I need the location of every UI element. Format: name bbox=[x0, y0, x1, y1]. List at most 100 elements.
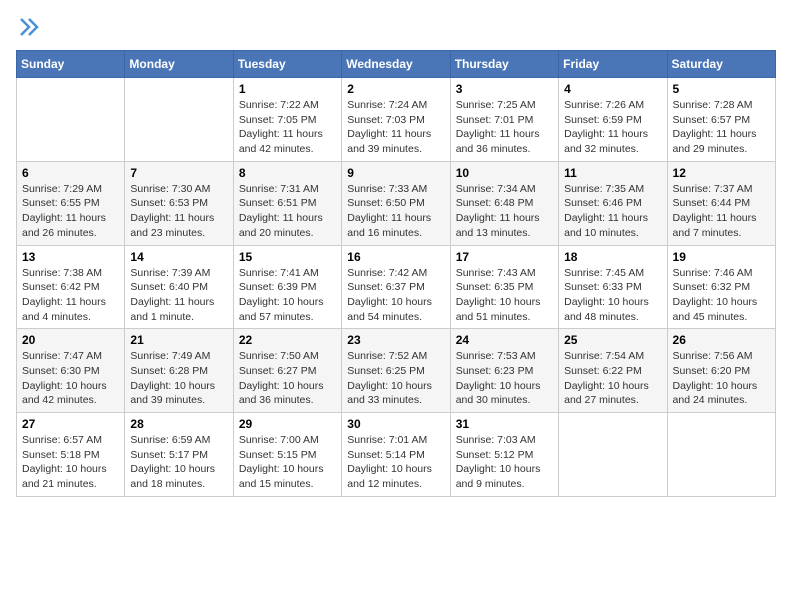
calendar-header-row: SundayMondayTuesdayWednesdayThursdayFrid… bbox=[17, 51, 776, 78]
day-number: 23 bbox=[347, 333, 444, 347]
calendar-cell: 19 Sunrise: 7:46 AMSunset: 6:32 PMDayligh… bbox=[667, 245, 775, 329]
day-number: 31 bbox=[456, 417, 553, 431]
day-number: 11 bbox=[564, 166, 661, 180]
day-number: 10 bbox=[456, 166, 553, 180]
day-info: Sunrise: 6:59 AMSunset: 5:17 PMDaylight:… bbox=[130, 433, 227, 492]
day-number: 16 bbox=[347, 250, 444, 264]
calendar-cell bbox=[125, 78, 233, 162]
calendar-cell: 13 Sunrise: 7:38 AMSunset: 6:42 PMDayligh… bbox=[17, 245, 125, 329]
calendar-cell: 29 Sunrise: 7:00 AMSunset: 5:15 PMDayligh… bbox=[233, 413, 341, 497]
day-number: 12 bbox=[673, 166, 770, 180]
calendar-cell: 5 Sunrise: 7:28 AMSunset: 6:57 PMDaylight… bbox=[667, 78, 775, 162]
day-number: 20 bbox=[22, 333, 119, 347]
calendar-cell: 9 Sunrise: 7:33 AMSunset: 6:50 PMDaylight… bbox=[342, 161, 450, 245]
day-info: Sunrise: 7:39 AMSunset: 6:40 PMDaylight:… bbox=[130, 266, 227, 325]
weekday-header-monday: Monday bbox=[125, 51, 233, 78]
day-info: Sunrise: 7:41 AMSunset: 6:39 PMDaylight:… bbox=[239, 266, 336, 325]
day-number: 1 bbox=[239, 82, 336, 96]
day-number: 14 bbox=[130, 250, 227, 264]
day-info: Sunrise: 7:47 AMSunset: 6:30 PMDaylight:… bbox=[22, 349, 119, 408]
calendar-cell: 14 Sunrise: 7:39 AMSunset: 6:40 PMDayligh… bbox=[125, 245, 233, 329]
weekday-header-sunday: Sunday bbox=[17, 51, 125, 78]
calendar-cell: 18 Sunrise: 7:45 AMSunset: 6:33 PMDayligh… bbox=[559, 245, 667, 329]
calendar-week-row-4: 20 Sunrise: 7:47 AMSunset: 6:30 PMDayligh… bbox=[17, 329, 776, 413]
day-number: 29 bbox=[239, 417, 336, 431]
day-number: 25 bbox=[564, 333, 661, 347]
day-number: 15 bbox=[239, 250, 336, 264]
calendar-week-row-2: 6 Sunrise: 7:29 AMSunset: 6:55 PMDaylight… bbox=[17, 161, 776, 245]
calendar-cell: 28 Sunrise: 6:59 AMSunset: 5:17 PMDayligh… bbox=[125, 413, 233, 497]
day-info: Sunrise: 7:35 AMSunset: 6:46 PMDaylight:… bbox=[564, 182, 661, 241]
day-info: Sunrise: 7:56 AMSunset: 6:20 PMDaylight:… bbox=[673, 349, 770, 408]
page-header bbox=[16, 16, 776, 38]
calendar-cell bbox=[559, 413, 667, 497]
day-info: Sunrise: 7:29 AMSunset: 6:55 PMDaylight:… bbox=[22, 182, 119, 241]
logo bbox=[16, 16, 40, 38]
day-number: 8 bbox=[239, 166, 336, 180]
day-info: Sunrise: 7:24 AMSunset: 7:03 PMDaylight:… bbox=[347, 98, 444, 157]
day-number: 28 bbox=[130, 417, 227, 431]
day-info: Sunrise: 7:45 AMSunset: 6:33 PMDaylight:… bbox=[564, 266, 661, 325]
day-number: 22 bbox=[239, 333, 336, 347]
calendar-cell bbox=[17, 78, 125, 162]
calendar-cell: 30Sunrise: 7:01 AMSunset: 5:14 PMDayligh… bbox=[342, 413, 450, 497]
day-info: Sunrise: 7:42 AMSunset: 6:37 PMDaylight:… bbox=[347, 266, 444, 325]
day-info: Sunrise: 7:49 AMSunset: 6:28 PMDaylight:… bbox=[130, 349, 227, 408]
calendar-cell: 11 Sunrise: 7:35 AMSunset: 6:46 PMDayligh… bbox=[559, 161, 667, 245]
day-info: Sunrise: 7:43 AMSunset: 6:35 PMDaylight:… bbox=[456, 266, 553, 325]
day-number: 9 bbox=[347, 166, 444, 180]
day-number: 6 bbox=[22, 166, 119, 180]
calendar-cell: 2 Sunrise: 7:24 AMSunset: 7:03 PMDaylight… bbox=[342, 78, 450, 162]
day-info: Sunrise: 7:46 AMSunset: 6:32 PMDaylight:… bbox=[673, 266, 770, 325]
calendar-cell: 7Sunrise: 7:30 AMSunset: 6:53 PMDaylight… bbox=[125, 161, 233, 245]
day-info: Sunrise: 7:25 AMSunset: 7:01 PMDaylight:… bbox=[456, 98, 553, 157]
weekday-header-tuesday: Tuesday bbox=[233, 51, 341, 78]
calendar-cell: 15 Sunrise: 7:41 AMSunset: 6:39 PMDayligh… bbox=[233, 245, 341, 329]
day-number: 26 bbox=[673, 333, 770, 347]
weekday-header-wednesday: Wednesday bbox=[342, 51, 450, 78]
day-number: 13 bbox=[22, 250, 119, 264]
day-info: Sunrise: 7:22 AMSunset: 7:05 PMDaylight:… bbox=[239, 98, 336, 157]
calendar-cell: 10Sunrise: 7:34 AMSunset: 6:48 PMDayligh… bbox=[450, 161, 558, 245]
day-number: 30 bbox=[347, 417, 444, 431]
calendar-cell: 25 Sunrise: 7:54 AMSunset: 6:22 PMDayligh… bbox=[559, 329, 667, 413]
day-info: Sunrise: 7:38 AMSunset: 6:42 PMDaylight:… bbox=[22, 266, 119, 325]
calendar-cell: 26 Sunrise: 7:56 AMSunset: 6:20 PMDayligh… bbox=[667, 329, 775, 413]
day-number: 3 bbox=[456, 82, 553, 96]
day-number: 24 bbox=[456, 333, 553, 347]
calendar-cell: 31 Sunrise: 7:03 AMSunset: 5:12 PMDayligh… bbox=[450, 413, 558, 497]
day-number: 4 bbox=[564, 82, 661, 96]
calendar-cell bbox=[667, 413, 775, 497]
day-info: Sunrise: 7:26 AMSunset: 6:59 PMDaylight:… bbox=[564, 98, 661, 157]
day-info: Sunrise: 6:57 AMSunset: 5:18 PMDaylight:… bbox=[22, 433, 119, 492]
day-info: Sunrise: 7:52 AMSunset: 6:25 PMDaylight:… bbox=[347, 349, 444, 408]
calendar-cell: 8 Sunrise: 7:31 AMSunset: 6:51 PMDaylight… bbox=[233, 161, 341, 245]
day-info: Sunrise: 7:00 AMSunset: 5:15 PMDaylight:… bbox=[239, 433, 336, 492]
calendar-cell: 24 Sunrise: 7:53 AMSunset: 6:23 PMDayligh… bbox=[450, 329, 558, 413]
day-number: 2 bbox=[347, 82, 444, 96]
calendar-cell: 3 Sunrise: 7:25 AMSunset: 7:01 PMDaylight… bbox=[450, 78, 558, 162]
day-number: 18 bbox=[564, 250, 661, 264]
calendar-cell: 22 Sunrise: 7:50 AMSunset: 6:27 PMDayligh… bbox=[233, 329, 341, 413]
calendar-cell: 6 Sunrise: 7:29 AMSunset: 6:55 PMDaylight… bbox=[17, 161, 125, 245]
logo-icon bbox=[18, 16, 40, 38]
day-info: Sunrise: 7:50 AMSunset: 6:27 PMDaylight:… bbox=[239, 349, 336, 408]
calendar-cell: 23 Sunrise: 7:52 AMSunset: 6:25 PMDayligh… bbox=[342, 329, 450, 413]
day-number: 21 bbox=[130, 333, 227, 347]
calendar-cell: 20 Sunrise: 7:47 AMSunset: 6:30 PMDayligh… bbox=[17, 329, 125, 413]
calendar-cell: 21 Sunrise: 7:49 AMSunset: 6:28 PMDayligh… bbox=[125, 329, 233, 413]
day-info: Sunrise: 7:37 AMSunset: 6:44 PMDaylight:… bbox=[673, 182, 770, 241]
day-info: Sunrise: 7:28 AMSunset: 6:57 PMDaylight:… bbox=[673, 98, 770, 157]
calendar-cell: 12 Sunrise: 7:37 AMSunset: 6:44 PMDayligh… bbox=[667, 161, 775, 245]
day-info: Sunrise: 7:31 AMSunset: 6:51 PMDaylight:… bbox=[239, 182, 336, 241]
calendar-cell: 1 Sunrise: 7:22 AMSunset: 7:05 PMDaylight… bbox=[233, 78, 341, 162]
day-info: Sunrise: 7:54 AMSunset: 6:22 PMDaylight:… bbox=[564, 349, 661, 408]
day-number: 5 bbox=[673, 82, 770, 96]
day-info: Sunrise: 7:03 AMSunset: 5:12 PMDaylight:… bbox=[456, 433, 553, 492]
day-info: Sunrise: 7:53 AMSunset: 6:23 PMDaylight:… bbox=[456, 349, 553, 408]
calendar-cell: 16 Sunrise: 7:42 AMSunset: 6:37 PMDayligh… bbox=[342, 245, 450, 329]
weekday-header-saturday: Saturday bbox=[667, 51, 775, 78]
calendar-week-row-5: 27Sunrise: 6:57 AMSunset: 5:18 PMDayligh… bbox=[17, 413, 776, 497]
day-info: Sunrise: 7:33 AMSunset: 6:50 PMDaylight:… bbox=[347, 182, 444, 241]
day-number: 19 bbox=[673, 250, 770, 264]
